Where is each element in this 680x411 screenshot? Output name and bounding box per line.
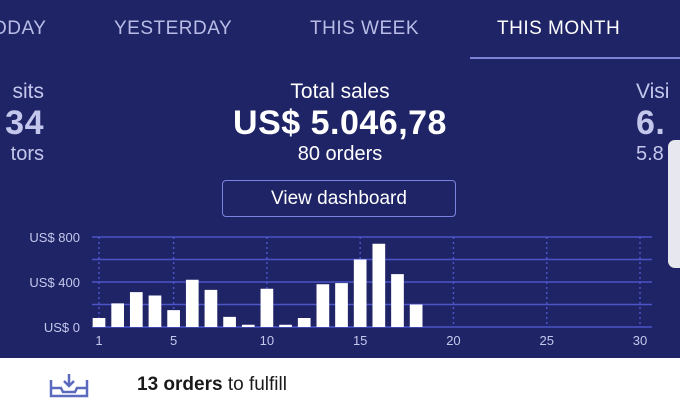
chart-bar (111, 303, 124, 327)
chart-bar (409, 304, 423, 327)
view-dashboard-button[interactable]: View dashboard (222, 180, 456, 217)
chart-y-tick-label: US$ 0 (44, 320, 80, 335)
stat-visitors-sub: 5.8 (636, 143, 664, 165)
chart-bar (204, 289, 218, 327)
chart-bar (335, 283, 348, 327)
chart-bar (129, 292, 143, 327)
tab-this-month[interactable]: THIS MONTH (497, 18, 620, 40)
chart-bar (241, 324, 255, 327)
chart-bar (148, 295, 162, 327)
orders-to-fulfill-bar[interactable]: 13 orders to fulfill (0, 358, 680, 411)
chart-bar (316, 284, 330, 327)
chart-y-tick-label: US$ 400 (29, 275, 80, 290)
stat-total-sales-title: Total sales (290, 80, 390, 103)
tab-yesterday[interactable]: YESTERDAY (114, 18, 232, 40)
stat-visits-value: 34 (5, 104, 44, 142)
orders-count: 13 orders (137, 374, 223, 395)
stat-total-sales-value: US$ 5.046,78 (233, 104, 447, 142)
period-tabs: ODAY YESTERDAY THIS WEEK THIS MONTH (0, 0, 680, 60)
stat-visitors-card[interactable]: Visi 6. 5.8 (636, 80, 669, 166)
chart-bar (297, 318, 311, 327)
stat-visits-card[interactable]: sits 34 tors (5, 80, 44, 166)
inbox-download-icon (49, 374, 89, 398)
orders-to-fulfill-text: 13 orders to fulfill (137, 374, 287, 396)
chart-bar (167, 310, 180, 327)
chart-bar (185, 279, 199, 327)
chart-x-tick-label: 25 (539, 333, 553, 348)
chart-x-tick-label: 10 (260, 333, 274, 348)
stat-visits-title: sits (12, 80, 45, 103)
chart-x-tick-label: 30 (633, 333, 647, 348)
chart-x-tick-label: 20 (446, 333, 460, 348)
chart-x-tick-label: 5 (170, 333, 177, 348)
stat-total-sales-card: Total sales US$ 5.046,78 80 orders (160, 80, 520, 166)
chart-y-tick-label: US$ 800 (29, 230, 80, 245)
stat-total-sales-orders: 80 orders (297, 143, 383, 165)
chart-x-tick-label: 1 (95, 333, 102, 348)
tab-this-week[interactable]: THIS WEEK (310, 18, 419, 40)
chart-bar (92, 318, 106, 327)
chart-bar (353, 259, 367, 327)
sales-bar-chart: US$ 800US$ 400US$ 01 5 10 15 20 25 30 (29, 230, 652, 348)
orders-to-fulfill-label: to fulfill (222, 374, 287, 395)
active-tab-indicator (470, 57, 680, 59)
stat-visits-sub: tors (10, 143, 44, 165)
stat-visitors-value: 6. (636, 104, 666, 142)
chart-bar (223, 316, 236, 327)
chart-bar (279, 324, 292, 327)
tab-today[interactable]: ODAY (0, 18, 46, 40)
chart-x-tick-label: 15 (353, 333, 367, 348)
chart-bar (391, 274, 404, 327)
stat-visitors-title: Visi (636, 80, 670, 103)
chart-bar (372, 243, 386, 327)
chart-bar (260, 288, 274, 327)
